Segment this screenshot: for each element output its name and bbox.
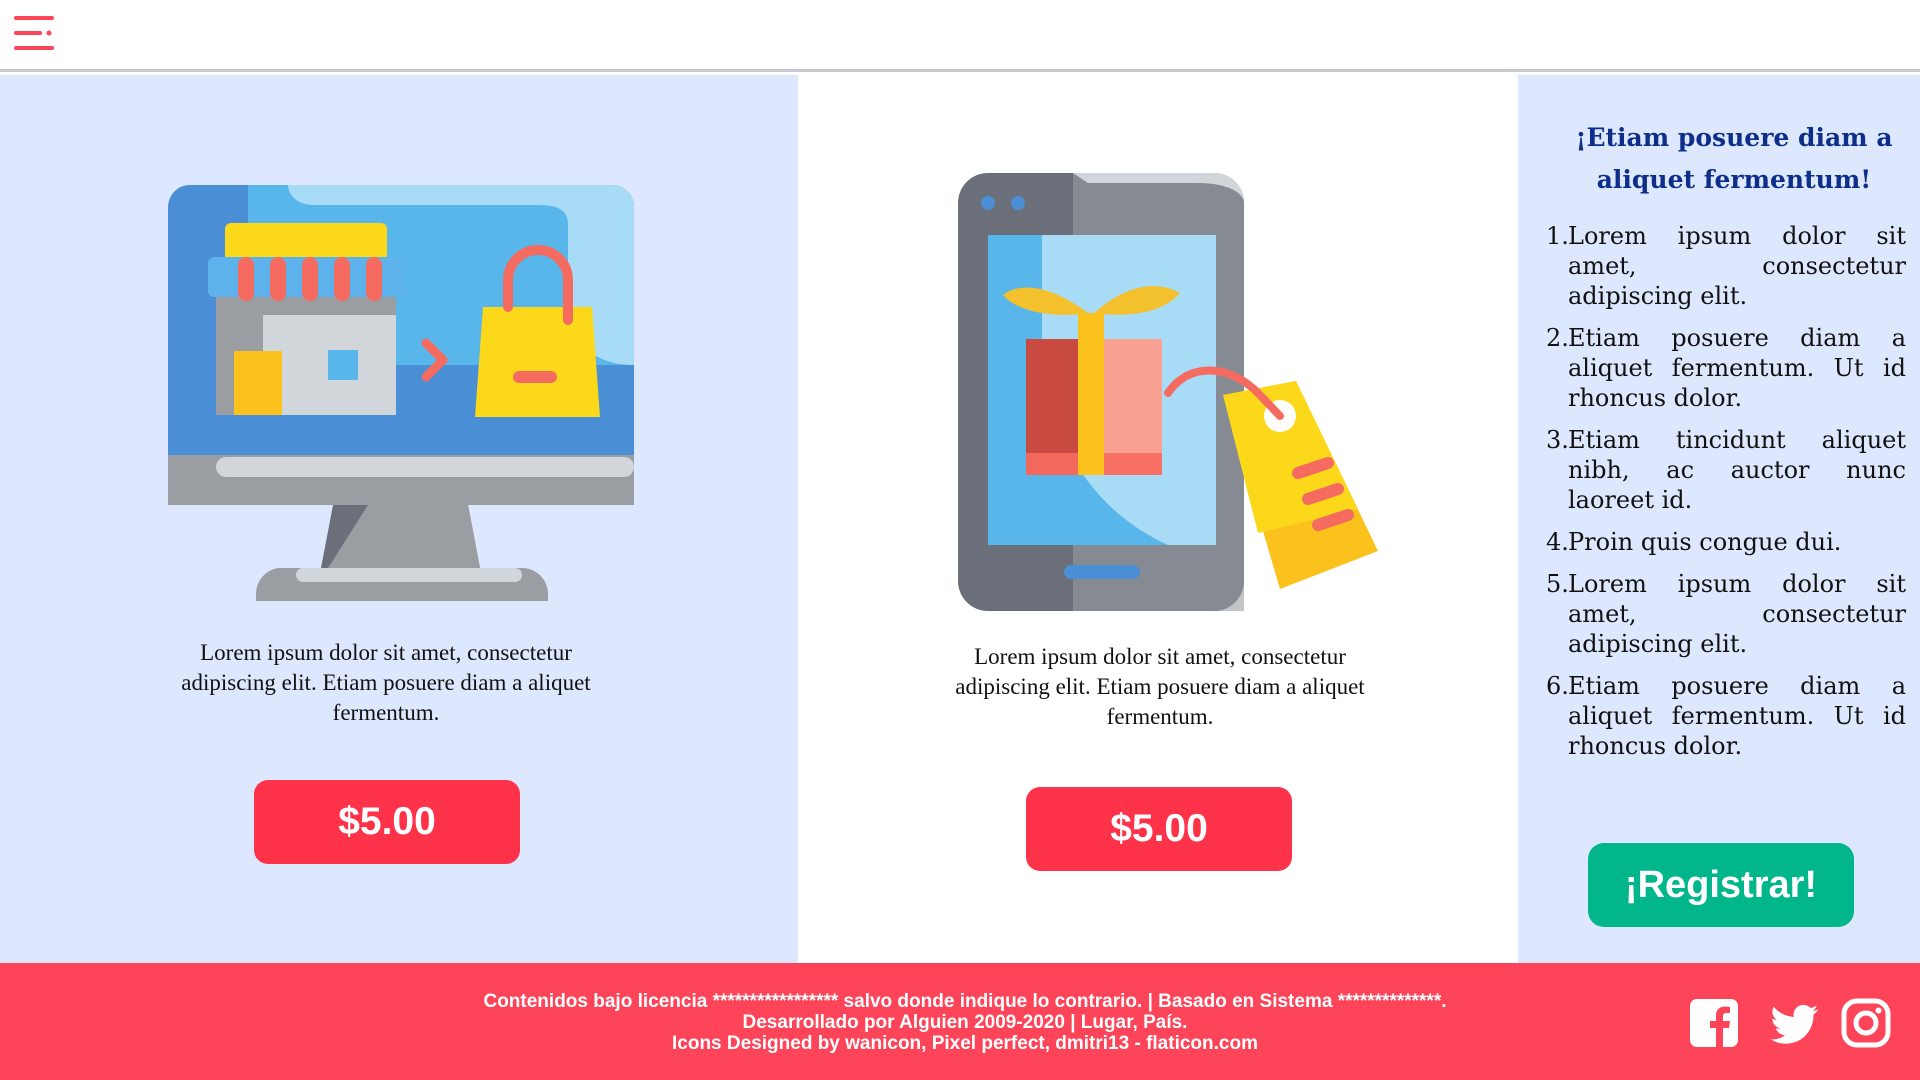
list-item-text: Proin quis congue dui. [1568, 528, 1842, 556]
list-item: 1. Lorem ipsum dolor sit amet, consectetu… [1546, 221, 1906, 311]
list-item-number: 5. [1546, 570, 1569, 598]
list-item-number: 4. [1546, 528, 1569, 556]
facebook-icon[interactable] [1688, 997, 1740, 1049]
list-item-number: 3. [1546, 426, 1569, 454]
price-button[interactable]: $5.00 [254, 780, 520, 864]
footer-icons-credit-text: Icons Designed by wanicon, Pixel perfect… [672, 1033, 1258, 1054]
product-panel-mobile: Lorem ipsum dolor sit amet, consectetur … [798, 75, 1518, 963]
product-panel-desktop: Lorem ipsum dolor sit amet, consectetur … [0, 75, 798, 963]
list-item: 2. Etiam posuere diam a aliquet fermentum… [1546, 323, 1906, 413]
product-description: Lorem ipsum dolor sit amet, consectetur … [955, 644, 1365, 729]
list-item-number: 6. [1546, 672, 1569, 700]
list-item-number: 1. [1546, 222, 1569, 250]
list-item-text: Lorem ipsum dolor sit amet, consectetur … [1568, 570, 1906, 658]
list-item: 5. Lorem ipsum dolor sit amet, consectetu… [1546, 569, 1906, 659]
desktop-online-store-icon [168, 185, 634, 606]
feature-list: 1. Lorem ipsum dolor sit amet, consectetu… [1546, 221, 1906, 773]
list-item-text: Etiam posuere diam a aliquet fermentum. … [1568, 324, 1906, 412]
list-item-text: Etiam tincidunt aliquet nibh, ac auctor … [1568, 426, 1906, 514]
footer: Contenidos bajo licencia ***************… [0, 963, 1920, 1080]
top-bar [0, 0, 1920, 72]
register-button[interactable]: ¡Registrar! [1588, 843, 1854, 927]
hamburger-menu-icon[interactable] [12, 14, 58, 56]
list-item: 6. Etiam posuere diam a aliquet fermentum… [1546, 671, 1906, 761]
list-item-text: Etiam posuere diam a aliquet fermentum. … [1568, 672, 1906, 760]
sidebar-title: ¡Etiam posuere diam a aliquet fermentum! [1575, 123, 1893, 194]
twitter-icon[interactable] [1768, 997, 1820, 1049]
product-description: Lorem ipsum dolor sit amet, consectetur … [181, 640, 591, 725]
mobile-gift-discount-icon [958, 173, 1398, 618]
list-item-number: 2. [1546, 324, 1569, 352]
footer-credits-text: Desarrollado por Alguien 2009-2020 | Lug… [742, 1012, 1188, 1033]
price-button[interactable]: $5.00 [1026, 787, 1292, 871]
list-item-text: Lorem ipsum dolor sit amet, consectetur … [1568, 222, 1906, 310]
info-sidebar: ¡Etiam posuere diam a aliquet fermentum!… [1518, 75, 1920, 963]
footer-license-text: Contenidos bajo licencia ***************… [483, 991, 1447, 1012]
list-item: 4. Proin quis congue dui. [1546, 527, 1906, 557]
instagram-icon[interactable] [1840, 997, 1892, 1049]
footer-text: Contenidos bajo licencia ***************… [420, 991, 1510, 1054]
list-item: 3. Etiam tincidunt aliquet nibh, ac aucto… [1546, 425, 1906, 515]
